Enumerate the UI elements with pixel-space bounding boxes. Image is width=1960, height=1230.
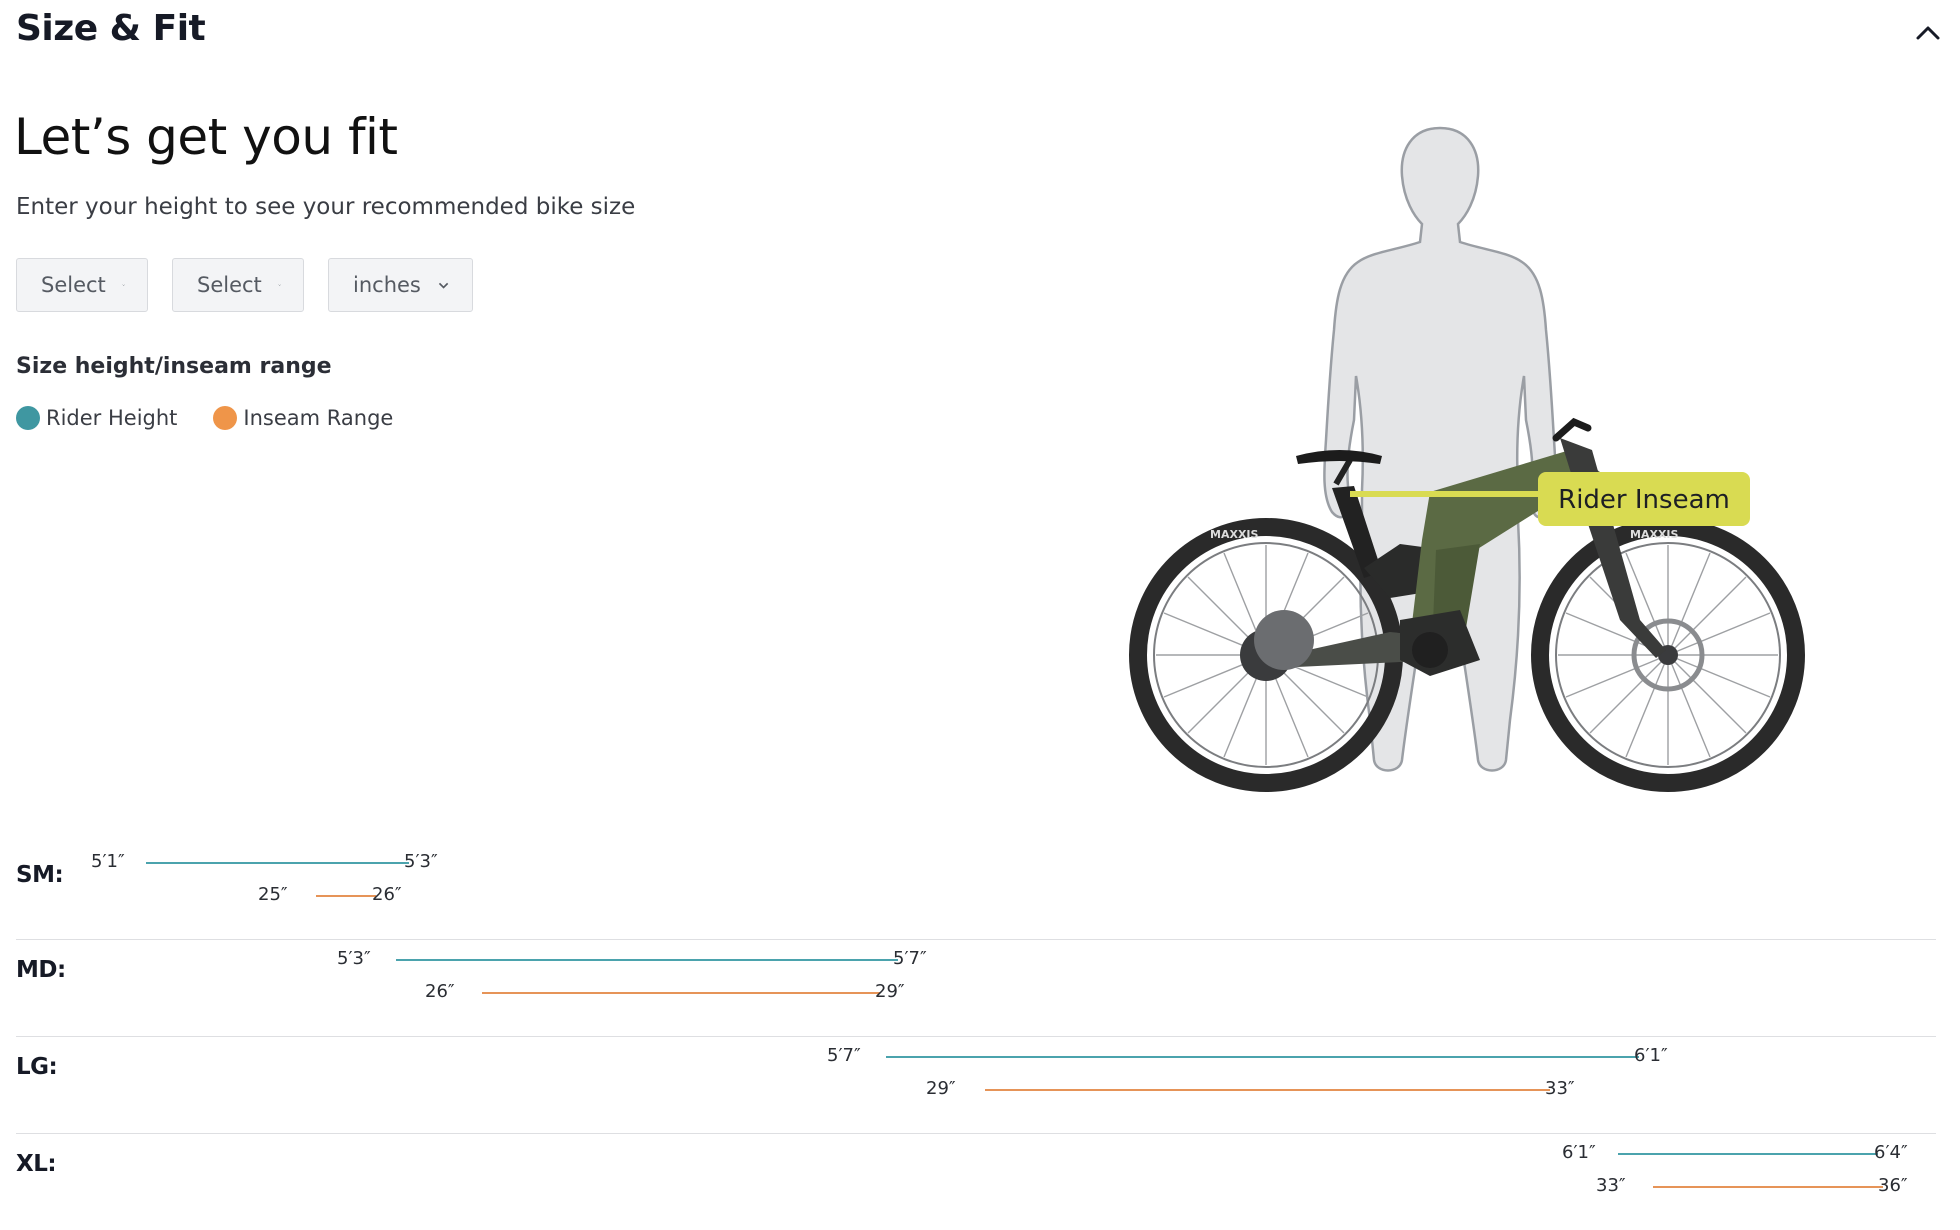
inseam-callout-label: Rider Inseam [1558, 485, 1730, 515]
chevron-down-icon [438, 282, 449, 289]
inseam-min-label: 29″ [926, 1078, 956, 1099]
size-row-3: XL: 6′1″ 6′4″ 33″ 36″ [16, 1133, 1936, 1230]
height-range-line [146, 862, 409, 864]
legend-label: Inseam Range [243, 406, 394, 430]
chevron-up-icon [1916, 26, 1940, 40]
size-row-2: LG: 5′7″ 6′1″ 29″ 33″ [16, 1036, 1936, 1134]
height-min-label: 5′3″ [337, 948, 371, 969]
fit-subhead: Enter your height to see your recommende… [16, 194, 636, 220]
select-value: Select [197, 273, 262, 297]
height-min-label: 5′1″ [91, 851, 125, 872]
size-label: MD: [16, 957, 66, 983]
range-title: Size height/inseam range [16, 354, 332, 379]
legend-dot-height [16, 406, 40, 430]
rider-silhouette [1323, 126, 1557, 772]
height-max-label: 5′7″ [893, 948, 927, 969]
height-range-line [396, 959, 898, 961]
height-min-label: 6′1″ [1562, 1142, 1596, 1163]
inseam-range-line [316, 895, 376, 897]
height-max-label: 6′4″ [1874, 1142, 1908, 1163]
height-range-line [1618, 1153, 1878, 1155]
inseam-max-label: 26″ [372, 884, 402, 905]
legend-dot-inseam [213, 406, 238, 430]
inseam-min-label: 25″ [258, 884, 288, 905]
unit-select[interactable]: inches [328, 258, 473, 312]
inseam-min-label: 33″ [1596, 1175, 1626, 1196]
select-value: inches [353, 273, 421, 297]
tire-brand-front: MAXXIS [1630, 528, 1679, 541]
inseam-range-line [482, 992, 880, 994]
chevron-down-icon [122, 284, 125, 286]
rider-bike-illustration: MAXXIS MAXXIS Rider Inseam [1129, 126, 1805, 792]
legend-rider-height: Rider Height [16, 406, 177, 430]
height-min-label: 5′7″ [827, 1045, 861, 1066]
legend-inseam-range: Inseam Range [213, 406, 393, 430]
chevron-down-icon [278, 284, 281, 286]
inseam-max-label: 36″ [1878, 1175, 1908, 1196]
section-title: Size & Fit [16, 8, 206, 49]
legend-label: Rider Height [46, 406, 178, 430]
select-value: Select [41, 273, 106, 297]
legend: Rider Height Inseam Range [16, 406, 393, 430]
inseam-max-label: 33″ [1545, 1078, 1575, 1099]
inseam-max-label: 29″ [875, 981, 905, 1002]
height-range-line [886, 1056, 1639, 1058]
inseam-range-line [985, 1089, 1550, 1091]
height-inches-select[interactable]: Select [172, 258, 304, 312]
inseam-min-label: 26″ [425, 981, 455, 1002]
size-row-0: SM: 5′1″ 5′3″ 25″ 26″ [16, 842, 1936, 940]
size-label: LG: [16, 1054, 58, 1080]
size-row-1: MD: 5′3″ 5′7″ 26″ 29″ [16, 939, 1936, 1037]
height-max-label: 5′3″ [404, 851, 438, 872]
collapse-button[interactable] [1908, 12, 1948, 52]
front-wheel: MAXXIS [1531, 518, 1805, 792]
tire-brand-rear: MAXXIS [1210, 528, 1259, 541]
height-selectors: Select Select inches [16, 258, 473, 312]
size-label: SM: [16, 862, 64, 888]
height-max-label: 6′1″ [1634, 1045, 1668, 1066]
inseam-range-line [1653, 1186, 1883, 1188]
fit-headline: Let’s get you fit [14, 108, 398, 166]
size-label: XL: [16, 1151, 57, 1177]
height-feet-select[interactable]: Select [16, 258, 148, 312]
